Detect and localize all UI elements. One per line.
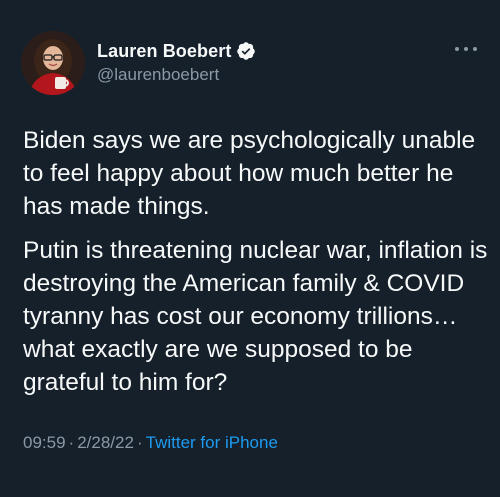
tweet-text: Biden says we are psychologically unable…: [23, 124, 493, 399]
more-dot: [473, 47, 477, 51]
tweet-paragraph: Biden says we are psychologically unable…: [23, 127, 476, 220]
tweet-metadata: 09:59 · 2/28/22 · Twitter for iPhone: [23, 433, 278, 453]
author-name-row[interactable]: Lauren Boebert: [97, 40, 256, 62]
tweet-time[interactable]: 09:59: [23, 433, 66, 452]
more-dot: [455, 47, 459, 51]
more-options-icon[interactable]: [455, 44, 477, 54]
tweet-date[interactable]: 2/28/22: [77, 433, 134, 452]
more-dot: [464, 47, 468, 51]
verified-badge-icon: [237, 42, 256, 60]
tweet-source-link[interactable]: Twitter for iPhone: [146, 433, 278, 452]
avatar[interactable]: [21, 31, 85, 95]
display-name[interactable]: Lauren Boebert: [97, 41, 231, 62]
author-handle[interactable]: @laurenboebert: [97, 65, 219, 85]
profile-photo: [21, 31, 85, 95]
meta-separator: ·: [68, 433, 75, 452]
tweet-card: Lauren Boebert @laurenboebert Biden says…: [0, 0, 500, 497]
meta-separator: ·: [136, 433, 143, 452]
tweet-paragraph: Putin is threatening nuclear war, inflat…: [23, 237, 488, 396]
